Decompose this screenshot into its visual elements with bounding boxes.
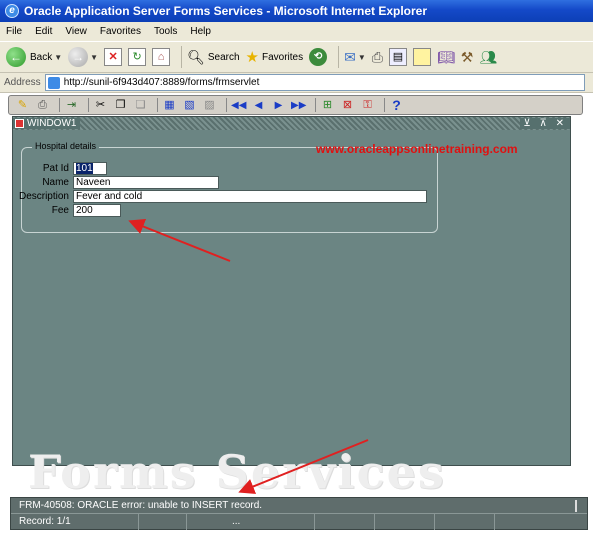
refresh-button[interactable]: ↻ xyxy=(128,48,147,66)
menu-bar: File Edit View Favorites Tools Help xyxy=(0,22,593,41)
history-button[interactable]: ⟲ xyxy=(309,48,328,66)
back-dropdown-icon[interactable]: ▼ xyxy=(54,53,62,62)
annotation-arrows xyxy=(128,219,369,494)
browser-title-bar: e Oracle Application Server Forms Servic… xyxy=(0,0,593,22)
stop-icon: ✕ xyxy=(104,48,123,66)
back-label: Back xyxy=(30,51,53,63)
toolbar-separator xyxy=(181,46,183,68)
menu-file[interactable]: File xyxy=(6,26,22,37)
search-button[interactable]: 🔍︎ Search xyxy=(187,49,239,66)
window-title: Oracle Application Server Forms Services… xyxy=(24,4,428,18)
page-icon xyxy=(47,76,60,89)
favorites-button[interactable]: ★ Favorites xyxy=(246,48,304,66)
address-url: http://sunil-6f943d407:8889/forms/frmser… xyxy=(63,77,260,88)
ie-icon: e xyxy=(5,4,19,18)
mail-dropdown-icon[interactable]: ▼ xyxy=(358,53,366,62)
address-bar: Address http://sunil-6f943d407:8889/form… xyxy=(0,73,593,93)
home-icon: ⌂ xyxy=(152,48,171,66)
back-button[interactable]: ← Back ▼ xyxy=(6,47,62,67)
arrow-to-fee-field xyxy=(128,219,231,262)
home-button[interactable]: ⌂ xyxy=(152,48,171,66)
address-input[interactable]: http://sunil-6f943d407:8889/forms/frmser… xyxy=(44,74,585,91)
note-icon xyxy=(412,48,431,66)
history-icon: ⟲ xyxy=(309,48,328,66)
search-label: Search xyxy=(207,51,240,63)
messenger-icon: 👥︎ xyxy=(479,48,498,65)
menu-edit[interactable]: Edit xyxy=(35,26,52,37)
toolbar-separator xyxy=(338,46,340,68)
search-icon: 🔍︎ xyxy=(187,48,205,65)
forward-arrow-icon: → xyxy=(68,47,89,67)
edit-button[interactable]: ▤ xyxy=(388,48,407,66)
research-button[interactable]: 📖︎ xyxy=(437,49,455,66)
page-content: ✎ ⎙ ⇥ ✂ ❐ ❏ ▦ ▧ ▨ ◀◀ ◀ ▶ ▶▶ ⊞ ⊠ ⚿ ? WIND… xyxy=(0,93,593,534)
menu-view[interactable]: View xyxy=(65,26,87,37)
browser-toolbar: ← Back ▼ → ▼ ✕ ↻ ⌂ 🔍︎ Search ★ Favorites… xyxy=(0,41,593,73)
edit-icon: ▤ xyxy=(388,48,407,66)
printer-icon: ⎙ xyxy=(371,48,383,65)
tool-icon: ⚒ xyxy=(460,48,474,65)
menu-help[interactable]: Help xyxy=(190,26,211,37)
stop-button[interactable]: ✕ xyxy=(104,48,123,66)
back-arrow-icon: ← xyxy=(6,47,26,67)
star-icon: ★ xyxy=(245,49,259,66)
refresh-icon: ↻ xyxy=(128,48,147,66)
tool-button[interactable]: ⚒ xyxy=(461,49,474,66)
discuss-button[interactable] xyxy=(412,48,431,66)
favorites-label: Favorites xyxy=(262,51,304,63)
print-button[interactable]: ⎙ xyxy=(372,49,383,66)
arrow-to-error-message xyxy=(238,439,369,494)
address-label: Address xyxy=(4,77,41,88)
menu-tools[interactable]: Tools xyxy=(154,26,177,37)
mail-icon: ✉ xyxy=(344,48,356,65)
menu-favorites[interactable]: Favorites xyxy=(100,26,141,37)
mail-button[interactable]: ✉ ▼ xyxy=(344,49,366,66)
forward-dropdown-icon[interactable]: ▼ xyxy=(90,53,98,62)
research-icon: 📖︎ xyxy=(436,48,455,65)
messenger-button[interactable]: 👥︎ xyxy=(479,49,497,66)
forward-button[interactable]: → ▼ xyxy=(68,47,98,67)
